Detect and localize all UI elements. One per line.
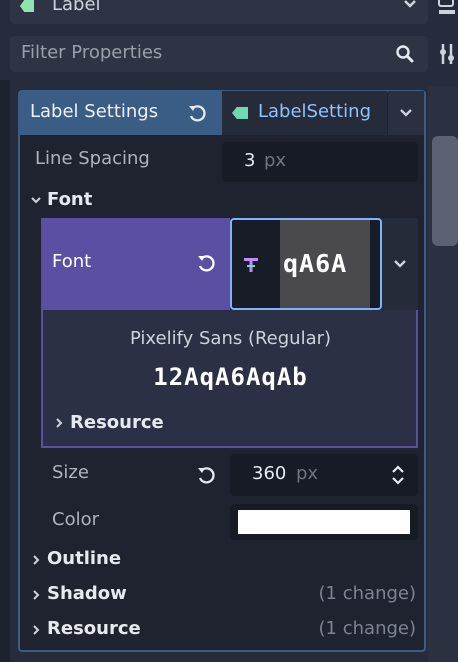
size-spinbox[interactable]: 360 px — [230, 454, 418, 496]
docs-icon[interactable] — [436, 0, 458, 22]
shadow-section-header[interactable]: Shadow (1 change) — [30, 581, 420, 609]
shadow-change-count: (1 change) — [318, 583, 416, 604]
font-resource-picker[interactable]: qA6A — [230, 218, 382, 310]
tab-label-settings-text: Label Settings — [30, 101, 159, 122]
line-spacing-value: 3 — [244, 150, 256, 171]
tab-label-settings[interactable]: Label Settings — [19, 91, 222, 135]
up-down-arrows-icon[interactable] — [388, 463, 408, 487]
resource-section-header[interactable]: Resource (1 change) — [30, 616, 420, 644]
font-preview-text: qA6A — [283, 249, 348, 278]
font-resource-section[interactable]: Resource — [53, 410, 253, 436]
filter-placeholder: Filter Properties — [21, 42, 163, 63]
left-gutter — [0, 80, 10, 662]
resource-menu-dropdown[interactable] — [388, 91, 424, 135]
label-settings-resource-label: LabelSetting — [258, 101, 372, 122]
filter-properties-input[interactable]: Filter Properties — [10, 36, 428, 72]
outline-section-label: Outline — [47, 548, 122, 569]
font-sample-text: 12AqA6AqAb — [153, 363, 308, 391]
shadow-section-label: Shadow — [47, 583, 127, 604]
outline-section-header[interactable]: Outline — [30, 546, 420, 574]
chevron-down-icon — [400, 0, 420, 14]
font-section-header[interactable]: Font — [26, 188, 226, 214]
scrollbar-thumb[interactable] — [432, 136, 458, 246]
color-swatch — [238, 510, 410, 534]
label-node-icon — [20, 0, 34, 12]
chevron-right-icon — [53, 416, 65, 430]
chevron-right-icon — [30, 553, 42, 567]
label-settings-resource-button[interactable]: LabelSetting — [222, 91, 387, 135]
font-preview-thumbnail: qA6A — [280, 220, 370, 308]
font-section-label: Font — [47, 189, 93, 210]
resource-section-label: Resource — [47, 618, 141, 639]
label-settings-resource-icon — [232, 107, 248, 119]
size-value: 360 — [252, 463, 287, 484]
font-file-icon — [240, 254, 262, 276]
color-picker-button[interactable] — [230, 504, 418, 540]
node-type-dropdown[interactable]: Label — [10, 0, 428, 24]
chevron-right-icon — [30, 623, 42, 637]
font-info-panel: Pixelify Sans (Regular) 12AqA6AqAb Resou… — [41, 310, 418, 448]
font-picker-dropdown[interactable] — [382, 218, 418, 310]
tools-icon[interactable] — [438, 40, 458, 68]
size-label: Size — [52, 462, 89, 483]
font-property-row[interactable]: Font — [41, 218, 230, 310]
font-resource-label: Resource — [70, 412, 164, 433]
chevron-right-icon — [30, 588, 42, 602]
revert-icon[interactable] — [186, 102, 208, 124]
chevron-down-icon — [29, 193, 43, 207]
font-property-label: Font — [52, 251, 92, 272]
color-label: Color — [52, 509, 99, 530]
line-spacing-label: Line Spacing — [35, 148, 150, 169]
resource-change-count: (1 change) — [318, 618, 416, 639]
line-spacing-unit: px — [264, 150, 287, 171]
revert-icon[interactable] — [195, 464, 217, 486]
line-spacing-field[interactable]: 3 px — [222, 142, 418, 182]
node-type-label: Label — [52, 0, 101, 15]
font-name-label: Pixelify Sans (Regular) — [129, 328, 332, 349]
revert-icon[interactable] — [195, 252, 217, 274]
size-unit: px — [296, 463, 319, 484]
search-icon — [394, 43, 416, 65]
